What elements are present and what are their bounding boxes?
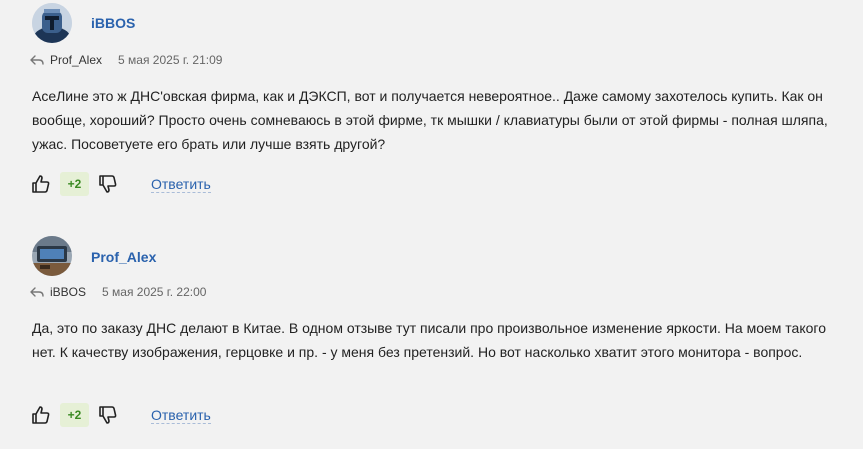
thumb-down-icon <box>99 406 117 424</box>
reply-button[interactable]: Ответить <box>151 407 211 424</box>
like-button[interactable] <box>30 404 52 426</box>
thumb-down-icon <box>99 175 117 193</box>
dislike-button[interactable] <box>97 173 119 195</box>
reply-button[interactable]: Ответить <box>151 176 211 193</box>
comment: iBBOS Prof_Alex 5 мая 2025 г. 21:09 АсеЛ… <box>0 0 863 215</box>
avatar[interactable] <box>32 3 72 43</box>
reply-to-user[interactable]: Prof_Alex <box>50 53 102 67</box>
comment-author[interactable]: iBBOS <box>91 15 135 31</box>
comment-author[interactable]: Prof_Alex <box>91 249 156 265</box>
reply-arrow-icon <box>30 286 44 298</box>
desk-avatar-icon <box>32 236 72 276</box>
avatar[interactable] <box>32 236 72 276</box>
dislike-button[interactable] <box>97 404 119 426</box>
comment-actions: +2 Ответить <box>30 403 211 427</box>
like-button[interactable] <box>30 173 52 195</box>
reply-meta: iBBOS 5 мая 2025 г. 22:00 <box>30 285 206 299</box>
reply-meta: Prof_Alex 5 мая 2025 г. 21:09 <box>30 53 222 67</box>
thumb-up-icon <box>32 175 50 193</box>
comment-date: 5 мая 2025 г. 22:00 <box>102 285 207 299</box>
thumb-up-icon <box>32 406 50 424</box>
comment-actions: +2 Ответить <box>30 172 211 196</box>
reply-arrow-icon <box>30 54 44 66</box>
reply-to-user[interactable]: iBBOS <box>50 285 86 299</box>
comment-text: АсеЛине это ж ДНС'овская фирма, как и ДЭ… <box>32 88 828 152</box>
comment-date: 5 мая 2025 г. 21:09 <box>118 53 223 67</box>
score-badge: +2 <box>60 403 89 427</box>
score-badge: +2 <box>60 172 89 196</box>
comment-text: Да, это по заказу ДНС делают в Китае. В … <box>32 320 826 360</box>
comment: Prof_Alex iBBOS 5 мая 2025 г. 22:00 Да, … <box>0 228 863 449</box>
robot-avatar-icon <box>32 3 72 43</box>
